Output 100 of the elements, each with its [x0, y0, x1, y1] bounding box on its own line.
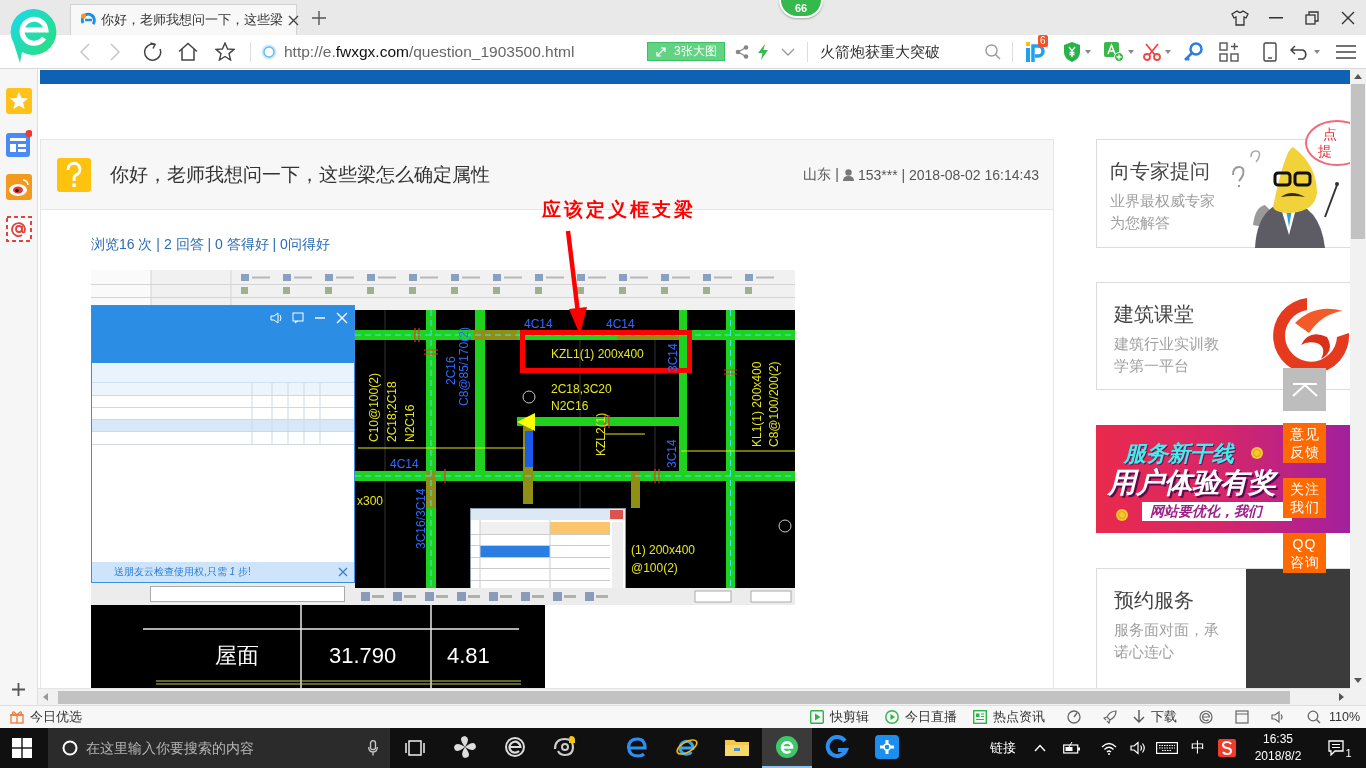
status-link[interactable]: 下载 — [1150, 708, 1177, 726]
eye-tile-icon[interactable] — [5, 174, 32, 200]
address-field[interactable]: http://e.fwxgx.com/question_1903500.html — [261, 38, 639, 65]
tablet-icon[interactable] — [1263, 41, 1277, 62]
plus-tile-icon — [875, 735, 899, 759]
ring-icon — [62, 740, 78, 756]
cad-label: 3C14 — [666, 343, 680, 372]
clock[interactable]: 16:35 2018/8/2 — [1242, 728, 1314, 768]
status-link[interactable]: 今日优选 — [30, 708, 82, 726]
notification-count: 1 — [1345, 747, 1352, 759]
microphone-icon[interactable] — [368, 740, 378, 756]
speech-bubble[interactable]: 点 提 — [1305, 120, 1350, 166]
status-link[interactable]: 热点资讯 — [992, 708, 1045, 726]
key-icon[interactable] — [1183, 41, 1203, 62]
caret-icon[interactable] — [1128, 49, 1134, 54]
cad-label: KZL2(1) — [594, 412, 608, 456]
chevron-down-icon[interactable] — [781, 47, 795, 56]
e-outline-icon — [504, 736, 526, 758]
shield-icon[interactable] — [1063, 41, 1081, 62]
menu-icon[interactable] — [1336, 43, 1356, 60]
card-subtitle: 业界最权威专家为您解答 — [1110, 191, 1216, 233]
gauge-icon[interactable] — [1066, 710, 1081, 724]
news-icon[interactable] — [5, 130, 32, 158]
add-tile-icon[interactable] — [1104, 41, 1124, 62]
ring-icon — [261, 43, 277, 60]
lightning-icon[interactable] — [758, 43, 768, 60]
vertical-scrollbar[interactable] — [1350, 69, 1366, 688]
home-icon[interactable] — [178, 42, 198, 61]
coin-icon — [1116, 509, 1128, 521]
cad-label: KZL1(1) 200x400 — [551, 347, 644, 361]
keyboard-icon[interactable] — [1156, 742, 1178, 754]
links-toolbar[interactable]: 链接 — [978, 728, 1028, 768]
region-text: 山东 | — [803, 165, 839, 184]
battery-icon[interactable] — [1063, 742, 1081, 754]
input-field[interactable] — [150, 586, 345, 602]
scissors-icon[interactable] — [1143, 42, 1161, 61]
search-bar[interactable]: 在这里输入你要搜索的内容 — [48, 728, 390, 768]
browser-tab[interactable]: 你好，老师我想问一下，这些梁 — [70, 4, 297, 35]
horizontal-scrollbar[interactable] — [38, 688, 1350, 705]
taskbar-app[interactable] — [762, 728, 812, 768]
status-link[interactable]: 快剪辑 — [829, 708, 869, 726]
stats-text[interactable]: 浏览16 次 | 2 回答 | 0 答得好 | 0问得好 — [91, 235, 330, 253]
star-icon[interactable] — [215, 42, 235, 61]
caret-icon[interactable] — [1314, 49, 1320, 54]
search-field[interactable]: 在这里输入你要搜索的内容 — [86, 738, 360, 758]
cad-label: 2C18,3C20 — [551, 382, 612, 396]
search-field[interactable]: 火箭炮获重大突破 — [820, 39, 985, 64]
rocket-icon[interactable] — [1102, 710, 1117, 724]
chevron-up-icon[interactable] — [1034, 744, 1046, 752]
clock-date: 2018/8/2 — [1254, 748, 1302, 765]
restore-icon[interactable] — [1305, 10, 1319, 25]
chat-icon[interactable] — [1328, 740, 1345, 756]
arrow-down-icon[interactable] — [1353, 675, 1363, 685]
star-tile-icon[interactable] — [5, 88, 32, 114]
news-icon[interactable] — [972, 710, 987, 724]
promo-card[interactable]: 建筑课堂 建筑行业实训教学第一平台 — [1096, 282, 1350, 390]
plus-icon[interactable] — [312, 10, 326, 25]
at-sign-icon[interactable] — [5, 216, 32, 242]
cad-label: C10@100(2) — [367, 373, 381, 442]
zoom-level[interactable]: 110% — [1328, 710, 1360, 724]
wifi-icon[interactable] — [1101, 741, 1117, 755]
minimize-icon[interactable] — [1269, 16, 1283, 19]
folder-icon — [725, 737, 749, 757]
caret-icon[interactable] — [1085, 49, 1091, 54]
shirt-icon[interactable] — [1231, 9, 1249, 26]
speaker-icon[interactable] — [1130, 741, 1146, 755]
apps-icon[interactable] — [1219, 41, 1239, 62]
e-outline-icon[interactable] — [1198, 710, 1213, 724]
promo-text[interactable]: 送朋友云检查使用权,只需 1 步! — [114, 565, 251, 579]
zoom-icon[interactable] — [1306, 710, 1321, 724]
refresh-icon[interactable] — [142, 41, 162, 62]
input-method-indicator[interactable]: 中 — [1184, 728, 1212, 768]
scrollbar-thumb[interactable] — [1351, 84, 1365, 239]
play-icon[interactable] — [809, 710, 824, 724]
plus-icon[interactable] — [12, 683, 25, 696]
card-title: 向专家提问 — [1110, 159, 1211, 184]
windows-icon[interactable] — [12, 738, 32, 758]
cad-label: 2C16 — [444, 356, 458, 385]
undo-icon[interactable] — [1290, 43, 1310, 60]
scrollbar-thumb[interactable] — [58, 690, 1290, 704]
caret-icon[interactable] — [1165, 49, 1171, 54]
e-logo-icon — [626, 736, 648, 758]
status-link[interactable]: 今日直播 — [904, 708, 957, 726]
arrow-right-icon[interactable] — [1336, 692, 1346, 702]
close-icon[interactable] — [1341, 10, 1355, 25]
table-text: 屋面 — [215, 643, 259, 669]
gift-icon[interactable] — [10, 710, 24, 724]
play-circle-icon[interactable] — [884, 710, 899, 724]
card-subtitle: 建筑行业实训教学第一平台 — [1114, 334, 1220, 376]
task-view-icon[interactable] — [405, 739, 425, 757]
cad-label: 4C14 — [524, 317, 553, 331]
window-icon[interactable] — [1234, 710, 1249, 724]
cad-label: 4C14 — [606, 317, 635, 331]
download-icon[interactable] — [1132, 710, 1145, 724]
question-mark-icon — [57, 157, 91, 192]
s-tile-icon[interactable] — [1218, 739, 1236, 757]
share-icon[interactable] — [735, 44, 749, 59]
close-icon[interactable] — [288, 14, 299, 26]
promo-card[interactable]: 预约服务 服务面对面，承诺心连心 — [1096, 568, 1350, 688]
search-icon[interactable] — [985, 43, 1001, 60]
